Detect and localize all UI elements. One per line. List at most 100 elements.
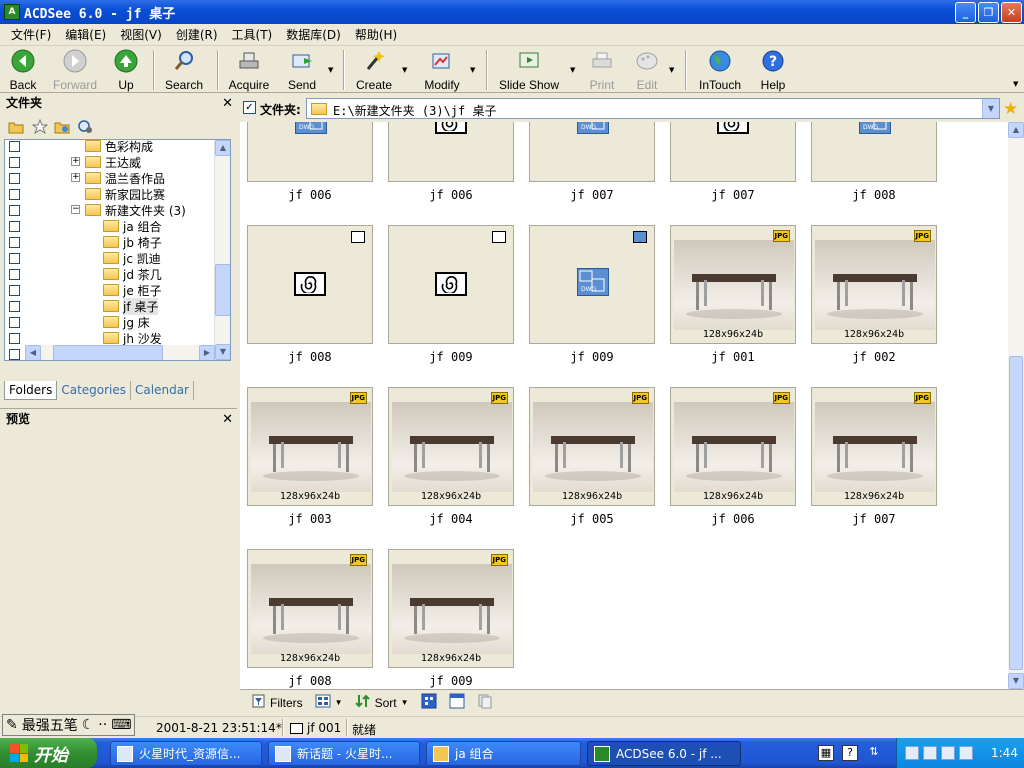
tree-item[interactable]: je 柜子 — [5, 282, 215, 298]
thumbnail-filename[interactable]: jf 002 — [811, 350, 937, 364]
tree-checkbox[interactable] — [9, 188, 20, 200]
tree-item[interactable]: − 新建文件夹 (3) — [5, 202, 215, 218]
tab-folders[interactable]: Folders — [4, 381, 58, 400]
thumbnail-filename[interactable]: jf 008 — [811, 188, 937, 202]
thumbnail[interactable]: DWG — [811, 122, 937, 182]
scroll-down-icon[interactable]: ▼ — [215, 344, 230, 360]
thumbnail[interactable] — [670, 122, 796, 182]
modify-button[interactable]: Modify — [421, 46, 463, 93]
thumbnail-filename[interactable]: jf 009 — [529, 350, 655, 364]
thumbnail-filename[interactable]: jf 008 — [247, 350, 373, 364]
thumbnail-filename[interactable]: jf 004 — [388, 512, 514, 526]
address-input[interactable]: E:\新建文件夹 (3)\jf 桌子 ▼ — [306, 98, 1000, 119]
tab-calendar[interactable]: Calendar — [131, 381, 194, 400]
tree-checkbox[interactable] — [9, 332, 20, 344]
copy-button[interactable] — [473, 693, 497, 712]
help-button[interactable]: ? Help — [758, 46, 788, 93]
tree-checkbox[interactable] — [9, 204, 20, 216]
volume-icon[interactable] — [923, 746, 937, 760]
thumbnail[interactable]: JPG 128x96x24b — [811, 225, 937, 344]
tree-item[interactable]: + 温兰香作品 — [5, 170, 215, 186]
tree-item[interactable]: jh 沙发 — [5, 330, 215, 346]
thumbnail-filename[interactable]: jf 006 — [670, 512, 796, 526]
thumbnail-filename[interactable]: jf 008 — [247, 674, 373, 688]
thumbnail[interactable] — [247, 225, 373, 344]
thumbnail-filename[interactable]: jf 007 — [670, 188, 796, 202]
taskbar-item-browser1[interactable]: 火星时代_资源信... — [110, 741, 262, 766]
start-button[interactable]: 开始 — [0, 738, 97, 768]
tree-expander-icon[interactable]: + — [71, 157, 80, 166]
thumbnail-filename[interactable]: jf 001 — [670, 350, 796, 364]
sort-button[interactable]: Sort ▼ — [351, 694, 413, 711]
tree-checkbox[interactable] — [9, 284, 20, 296]
thumbnail[interactable]: JPG 128x96x24b — [247, 387, 373, 506]
thumbnail[interactable] — [388, 122, 514, 182]
thumbnail[interactable]: JPG 128x96x24b — [811, 387, 937, 506]
search-folder-icon[interactable] — [77, 119, 94, 134]
scroll-right-icon[interactable]: ▶ — [199, 345, 215, 360]
tree-expander-icon[interactable]: + — [71, 173, 80, 182]
pen-tray-icon[interactable] — [941, 746, 955, 760]
network-icon[interactable] — [905, 746, 919, 760]
thumbnail[interactable]: JPG 128x96x24b — [670, 225, 796, 344]
shield-icon[interactable] — [959, 746, 973, 760]
thumbnail[interactable]: JPG 128x96x24b — [529, 387, 655, 506]
thumbnail-filename[interactable]: jf 006 — [388, 188, 514, 202]
thumbnail[interactable]: DWG — [529, 225, 655, 344]
scroll-thumb[interactable] — [1009, 356, 1023, 670]
tree-horizontal-scrollbar[interactable]: ◀ ▶ — [25, 345, 215, 360]
thumbnail[interactable]: DWG — [529, 122, 655, 182]
forward-button[interactable]: Forward — [52, 46, 98, 93]
taskbar-item-acdsee[interactable]: ACDSee 6.0 - jf ... — [587, 741, 741, 766]
send-button[interactable]: Send — [284, 46, 320, 93]
tree-checkbox[interactable] — [9, 348, 20, 360]
thumbnail-filename[interactable]: jf 005 — [529, 512, 655, 526]
edit-button[interactable]: Edit — [634, 46, 660, 93]
search-button[interactable]: Search — [162, 46, 206, 93]
content-vertical-scrollbar[interactable]: ▲ ▼ — [1008, 122, 1024, 689]
scroll-down-icon[interactable]: ▼ — [1008, 673, 1024, 689]
thumbnail[interactable]: JPG 128x96x24b — [388, 387, 514, 506]
toolbar-overflow-icon[interactable]: ▼ — [1013, 80, 1018, 88]
thumbnail-filename[interactable]: jf 003 — [247, 512, 373, 526]
tree-item[interactable]: jb 椅子 — [5, 234, 215, 250]
favorites-star-icon[interactable] — [31, 119, 48, 134]
menu-edit[interactable]: 编辑(E) — [58, 24, 113, 46]
scroll-left-icon[interactable]: ◀ — [25, 345, 41, 360]
thumbnail-filename[interactable]: jf 006 — [247, 188, 373, 202]
thumbnail-filename[interactable]: jf 007 — [529, 188, 655, 202]
scroll-up-icon[interactable]: ▲ — [1008, 122, 1024, 138]
menu-help[interactable]: 帮助(H) — [348, 24, 404, 46]
quicklaunch-help-icon[interactable]: ? — [842, 745, 858, 761]
tree-vertical-scrollbar[interactable]: ▲ ▼ — [214, 140, 230, 360]
thumbnail[interactable]: JPG 128x96x24b — [388, 549, 514, 668]
tree-checkbox[interactable] — [9, 172, 20, 184]
tree-checkbox[interactable] — [9, 140, 20, 152]
thumbnail-filename[interactable]: jf 009 — [388, 674, 514, 688]
thumbnail[interactable] — [388, 225, 514, 344]
menu-tools[interactable]: 工具(T) — [225, 24, 280, 46]
taskbar-item-explorer[interactable]: ja 组合 — [426, 741, 581, 766]
thumbnail-area[interactable]: DWG jf 006 jf 006 DWG jf 007 jf 007 DWG jf 008 j… — [240, 122, 1008, 689]
thumbnail[interactable]: DWG — [247, 122, 373, 182]
address-checkbox[interactable]: ✓ — [243, 101, 256, 114]
preview-pane-close-icon[interactable]: ✕ — [222, 410, 233, 430]
tree-checkbox[interactable] — [9, 156, 20, 168]
ime-toolbar[interactable]: ✎ 最强五笔 ☾ ·· ⌨ — [2, 714, 136, 736]
slide-show-button[interactable]: Slide Show — [496, 46, 562, 93]
tree-checkbox[interactable] — [9, 268, 20, 280]
tree-checkbox[interactable] — [9, 316, 20, 328]
minimize-button[interactable]: _ — [955, 2, 976, 23]
folder-tree[interactable]: 色彩构成 + 王达威 + 温兰香作品 新家园比赛 − 新建文件夹 (3) ja 组合 jb 椅子 j… — [4, 139, 231, 361]
menu-view[interactable]: 视图(V) — [113, 24, 169, 46]
tree-item[interactable]: ja 组合 — [5, 218, 215, 234]
favorite-star-icon[interactable]: ★ — [1003, 99, 1018, 119]
open-folder-icon[interactable] — [8, 119, 25, 134]
shortcut-folder-icon[interactable] — [54, 119, 71, 134]
thumbnail[interactable]: JPG 128x96x24b — [670, 387, 796, 506]
tree-checkbox[interactable] — [9, 252, 20, 264]
view-mode-button[interactable]: ▼ — [311, 694, 347, 711]
menu-database[interactable]: 数据库(D) — [279, 24, 348, 46]
tab-categories[interactable]: Categories — [57, 381, 132, 400]
filters-button[interactable]: Filters — [248, 694, 307, 711]
